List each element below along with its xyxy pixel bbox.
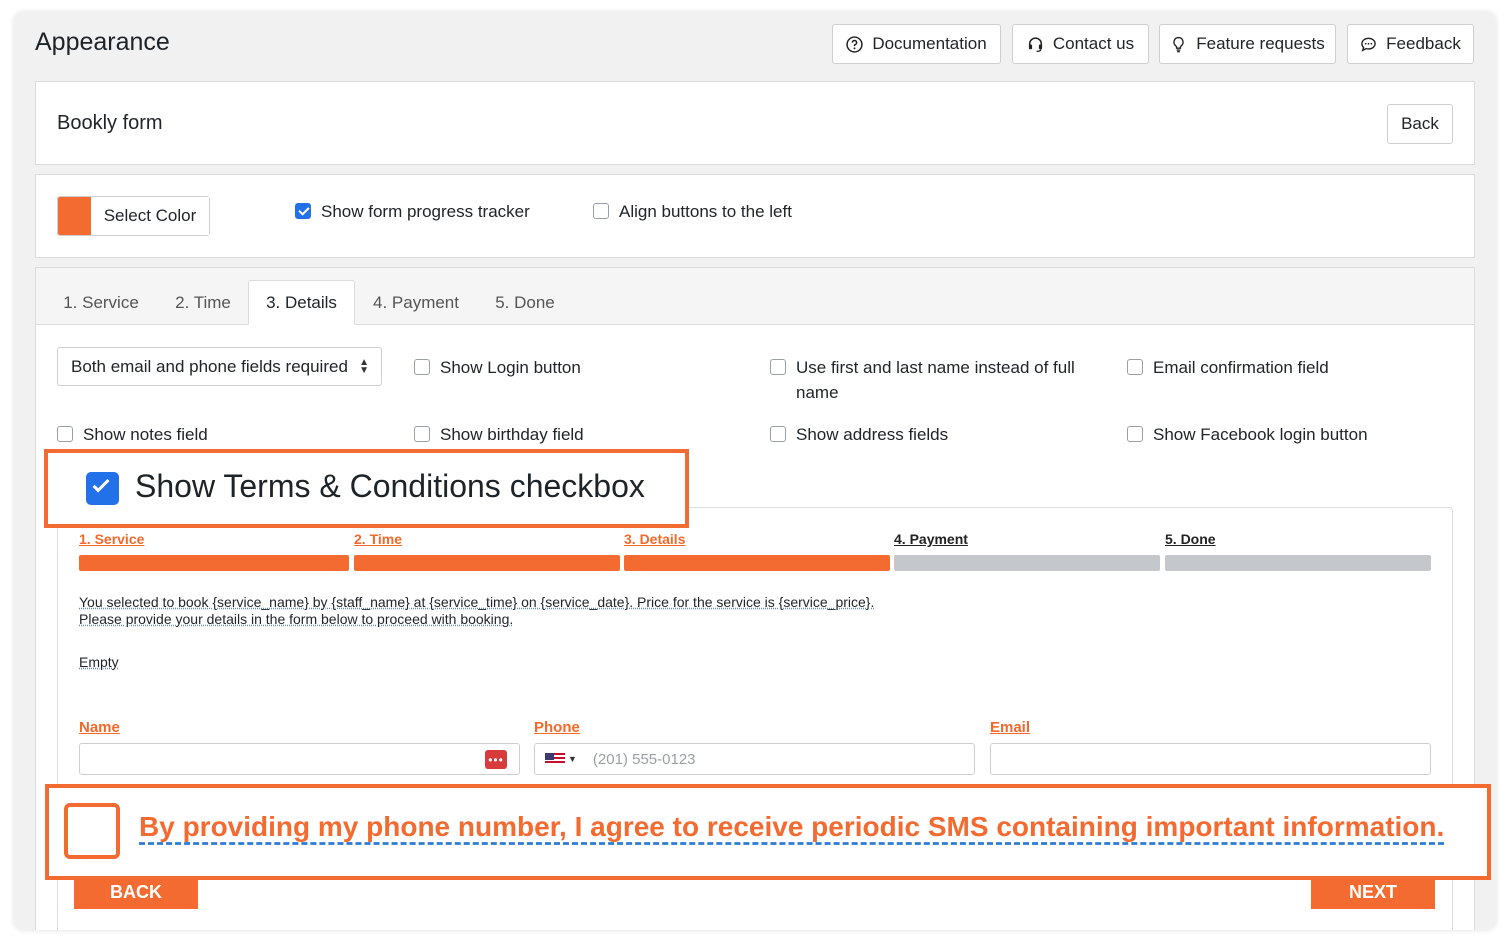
first-last-name-option[interactable]: Use first and last name instead of full … (770, 355, 1090, 405)
tab-time[interactable]: 2. Time (162, 280, 244, 325)
chat-icon (1361, 37, 1376, 52)
first-last-name-label: Use first and last name instead of full … (796, 358, 1075, 402)
fields-required-select[interactable]: Both email and phone fields required ▲ ▼ (57, 347, 382, 386)
check-icon (92, 475, 110, 493)
show-address-checkbox[interactable] (770, 426, 786, 442)
show-login-label: Show Login button (440, 358, 581, 377)
first-last-name-checkbox[interactable] (770, 359, 786, 375)
feedback-button[interactable]: Feedback (1347, 24, 1474, 64)
intro-line-1: You selected to book {service_name} by {… (79, 594, 875, 610)
lightbulb-icon (1173, 36, 1184, 52)
terms-callout: Show Terms & Conditions checkbox (44, 449, 689, 528)
feedback-label: Feedback (1386, 34, 1461, 53)
step-payment-label: 4. Payment (894, 531, 968, 547)
feature-requests-button[interactable]: Feature requests (1159, 24, 1336, 64)
fields-required-value: Both email and phone fields required (71, 356, 348, 376)
show-address-option[interactable]: Show address fields (770, 422, 948, 447)
phone-label: Phone (534, 719, 580, 736)
intro-line-2: Please provide your details in the form … (79, 611, 514, 627)
show-progress-option[interactable]: Show form progress tracker (295, 199, 530, 224)
feature-requests-label: Feature requests (1196, 34, 1325, 53)
sms-consent-checkbox[interactable] (64, 803, 120, 859)
card-title: Bookly form (57, 112, 163, 134)
preview-back-button[interactable]: BACK (74, 876, 198, 909)
us-flag-icon[interactable] (545, 753, 565, 765)
select-arrows-icon: ▲ ▼ (359, 357, 369, 376)
phone-input[interactable]: ▼ (201) 555-0123 (534, 743, 975, 775)
email-label: Email (990, 719, 1031, 736)
align-buttons-checkbox[interactable] (593, 203, 609, 219)
email-confirmation-label: Email confirmation field (1153, 358, 1329, 377)
select-color-label: Select Color (91, 197, 209, 235)
show-facebook-label: Show Facebook login button (1153, 425, 1368, 444)
step-service-label: 1. Service (79, 531, 145, 547)
empty-text: Empty (79, 654, 119, 670)
tab-done[interactable]: 5. Done (484, 280, 566, 325)
show-progress-label: Show form progress tracker (321, 202, 530, 221)
terms-checkbox[interactable] (86, 472, 119, 505)
email-input[interactable] (990, 743, 1431, 775)
show-notes-label: Show notes field (83, 425, 208, 444)
form-title-card: Bookly form Back (35, 81, 1475, 165)
email-confirmation-checkbox[interactable] (1127, 359, 1143, 375)
tab-service[interactable]: 1. Service (52, 280, 150, 325)
sms-consent-callout: By providing my phone number, I agree to… (45, 784, 1491, 880)
contact-us-button[interactable]: Contact us (1012, 24, 1149, 64)
show-address-label: Show address fields (796, 425, 949, 444)
headset-icon (1028, 36, 1042, 52)
name-label: Name (79, 719, 120, 736)
preview-next-button[interactable]: NEXT (1311, 876, 1435, 909)
show-facebook-checkbox[interactable] (1127, 426, 1143, 442)
step-time-label: 2. Time (354, 531, 402, 547)
step-time-bar (354, 555, 620, 571)
sms-consent-text: By providing my phone number, I agree to… (139, 811, 1445, 842)
step-done-bar (1165, 555, 1431, 571)
show-login-option[interactable]: Show Login button (414, 355, 581, 380)
back-button[interactable]: Back (1387, 104, 1453, 144)
question-circle-icon (846, 35, 864, 53)
show-birthday-checkbox[interactable] (414, 426, 430, 442)
step-payment-bar (894, 555, 1160, 571)
color-swatch (58, 197, 91, 235)
email-confirmation-option[interactable]: Email confirmation field (1127, 355, 1329, 380)
documentation-label: Documentation (872, 34, 987, 53)
color-picker-button[interactable]: Select Color (57, 196, 210, 236)
show-facebook-option[interactable]: Show Facebook login button (1127, 422, 1368, 447)
documentation-button[interactable]: Documentation (832, 24, 1001, 64)
show-login-checkbox[interactable] (414, 359, 430, 375)
name-input[interactable]: ••• (79, 743, 520, 775)
flag-dropdown-icon[interactable]: ▼ (568, 754, 577, 764)
tab-details[interactable]: 3. Details (248, 280, 355, 325)
tab-payment[interactable]: 4. Payment (364, 280, 468, 325)
show-birthday-label: Show birthday field (440, 425, 584, 444)
step-service-bar (79, 555, 349, 571)
show-notes-option[interactable]: Show notes field (57, 422, 208, 447)
terms-label: Show Terms & Conditions checkbox (135, 468, 645, 504)
step-done-label: 5. Done (1165, 531, 1216, 547)
phone-placeholder: (201) 555-0123 (592, 750, 696, 768)
show-birthday-option[interactable]: Show birthday field (414, 422, 584, 447)
show-progress-checkbox[interactable] (295, 203, 311, 219)
contact-us-label: Contact us (1052, 34, 1135, 53)
password-manager-icon[interactable]: ••• (485, 750, 507, 769)
settings-card: Select Color Show form progress tracker … (35, 174, 1475, 258)
show-notes-checkbox[interactable] (57, 426, 73, 442)
step-details-bar (624, 555, 890, 571)
page-title: Appearance (35, 28, 170, 56)
align-buttons-label: Align buttons to the left (619, 202, 792, 221)
align-buttons-option[interactable]: Align buttons to the left (593, 199, 792, 224)
app-window: Appearance Documentation Contact us Feat… (14, 12, 1496, 930)
step-details-label: 3. Details (624, 531, 686, 547)
